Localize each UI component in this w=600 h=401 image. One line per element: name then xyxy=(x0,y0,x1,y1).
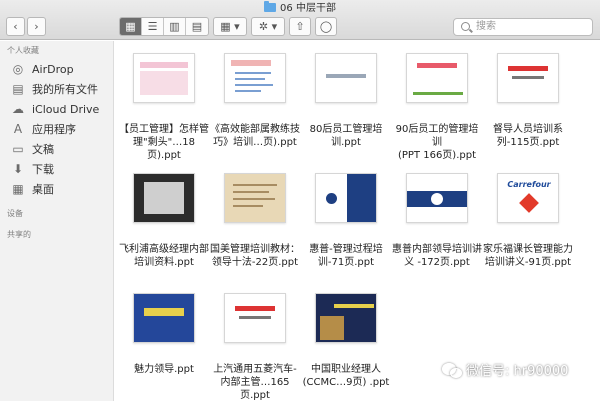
file-item[interactable]: Carrefour 家乐福课长管理能力 培训讲义-91页.ppt xyxy=(482,165,574,275)
file-name: 【员工管理】怎样管 理"剩头"…18页).ppt xyxy=(119,124,209,161)
file-item[interactable]: 【员工管理】怎样管 理"剩头"…18页).ppt xyxy=(118,45,210,161)
sidebar-section-devices: 设备 xyxy=(7,209,23,218)
file-thumbnail xyxy=(315,53,377,103)
sidebar-item-icloud-drive[interactable]: ☁ iCloud Drive xyxy=(0,100,113,119)
sidebar-item-label: 应用程序 xyxy=(32,123,76,136)
window-title: 06 中层干部 xyxy=(0,1,600,16)
gallery-view-button[interactable]: ▤ xyxy=(186,18,208,35)
sidebar: 个人收藏 ◎ AirDrop ▤ 我的所有文件 ☁ iCloud Drive A 应用程… xyxy=(0,41,114,401)
share-button[interactable]: ⇧ xyxy=(289,17,311,36)
sidebar-item-label: 文稿 xyxy=(32,143,54,156)
file-thumbnail xyxy=(315,293,377,343)
action-button[interactable]: ✲ ▾ xyxy=(251,17,285,36)
sidebar-item-applications[interactable]: A 应用程序 xyxy=(0,120,113,139)
list-view-button[interactable]: ☰ xyxy=(142,18,164,35)
file-thumbnail xyxy=(406,173,468,223)
file-item[interactable]: 上汽通用五菱汽车- 内部主管…165页.ppt xyxy=(209,285,301,401)
applications-icon: A xyxy=(13,122,23,136)
toolbar: 06 中层干部 ‹ › ▦ ☰ ▥ ▤ ▦ ▾ ✲ ▾ ⇧ ◯ 搜索 xyxy=(0,0,600,40)
sidebar-item-documents[interactable]: ▭ 文稿 xyxy=(0,140,113,159)
all-files-icon: ▤ xyxy=(12,82,24,96)
file-name: 80后员工管理培 训.ppt xyxy=(309,124,383,148)
file-thumbnail xyxy=(406,53,468,103)
file-item[interactable]: 80后员工管理培 训.ppt xyxy=(300,45,392,155)
file-name: 家乐福课长管理能力 培训讲义-91页.ppt xyxy=(483,244,573,268)
file-thumbnail xyxy=(133,53,195,103)
file-name: 90后员工的管理培训 (PPT 166页).ppt xyxy=(395,124,479,161)
wechat-icon xyxy=(442,363,462,378)
file-thumbnail: Carrefour xyxy=(497,173,559,223)
view-switcher: ▦ ☰ ▥ ▤ xyxy=(119,17,209,36)
wechat-watermark: 微信号: hr90000 xyxy=(442,361,568,383)
file-item[interactable]: 惠普-管理过程培 训-71页.ppt xyxy=(300,165,392,275)
search-input[interactable]: 搜索 xyxy=(453,18,593,36)
file-name: 飞利浦高级经理内部 培训资料.ppt xyxy=(119,244,209,268)
sidebar-item-airdrop[interactable]: ◎ AirDrop xyxy=(0,60,113,79)
forward-button[interactable]: › xyxy=(27,17,46,36)
file-item[interactable]: 国美管理培训教材： 领导十法-22页.ppt xyxy=(209,165,301,275)
sidebar-section-shared: 共享的 xyxy=(7,230,31,239)
file-thumbnail xyxy=(133,293,195,343)
sidebar-item-downloads[interactable]: ⬇ 下载 xyxy=(0,160,113,179)
icon-view-button[interactable]: ▦ xyxy=(120,18,142,35)
tag-button[interactable]: ◯ xyxy=(315,17,337,36)
file-item[interactable]: 90后员工的管理培训 (PPT 166页).ppt xyxy=(391,45,483,161)
file-thumbnail xyxy=(133,173,195,223)
file-thumbnail xyxy=(224,173,286,223)
file-name: 惠普内部领导培训讲义 -172页.ppt xyxy=(392,244,482,268)
file-name: 上汽通用五菱汽车- 内部主管…165页.ppt xyxy=(213,364,297,401)
file-grid: 【员工管理】怎样管 理"剩头"…18页).ppt 《高效能部属教练技 巧》培训…页)… xyxy=(115,41,600,401)
documents-icon: ▭ xyxy=(12,142,24,156)
file-thumbnail xyxy=(224,293,286,343)
desktop-icon: ▦ xyxy=(12,182,24,196)
search-placeholder: 搜索 xyxy=(476,21,496,32)
sidebar-item-label: 我的所有文件 xyxy=(32,83,98,96)
sidebar-item-label: 下载 xyxy=(32,163,54,176)
cloud-icon: ☁ xyxy=(12,102,24,116)
sidebar-item-label: AirDrop xyxy=(32,63,74,76)
arrange-button[interactable]: ▦ ▾ xyxy=(213,17,247,36)
file-name: 中国职业经理人 (CCMC…9页) .ppt xyxy=(302,364,390,388)
column-view-button[interactable]: ▥ xyxy=(164,18,186,35)
carrefour-logo: Carrefour xyxy=(507,180,551,189)
sidebar-section-favorites: 个人收藏 xyxy=(7,46,39,55)
file-item[interactable]: 惠普内部领导培训讲义 -172页.ppt xyxy=(391,165,483,275)
window-title-text: 06 中层干部 xyxy=(280,3,336,14)
search-icon xyxy=(461,22,470,31)
file-name: 惠普-管理过程培 训-71页.ppt xyxy=(309,244,383,268)
file-item[interactable]: 《高效能部属教练技 巧》培训…页).ppt xyxy=(209,45,301,155)
airdrop-icon: ◎ xyxy=(12,62,24,76)
file-item[interactable]: 飞利浦高级经理内部 培训资料.ppt xyxy=(118,165,210,275)
file-item[interactable]: 督导人员培训系 列-115页.ppt xyxy=(482,45,574,155)
sidebar-item-label: iCloud Drive xyxy=(32,103,100,116)
watermark-text: 微信号: hr90000 xyxy=(466,364,569,379)
back-button[interactable]: ‹ xyxy=(6,17,25,36)
file-item[interactable]: 中国职业经理人 (CCMC…9页) .ppt xyxy=(300,285,392,395)
file-thumbnail xyxy=(224,53,286,103)
file-name: 督导人员培训系 列-115页.ppt xyxy=(493,124,563,148)
file-name: 国美管理培训教材： 领导十法-22页.ppt xyxy=(210,244,300,268)
file-thumbnail xyxy=(497,53,559,103)
downloads-icon: ⬇ xyxy=(12,162,24,176)
folder-icon xyxy=(264,1,277,12)
sidebar-item-all-files[interactable]: ▤ 我的所有文件 xyxy=(0,80,113,99)
sidebar-item-label: 桌面 xyxy=(32,183,54,196)
file-name: 《高效能部属教练技 巧》培训…页).ppt xyxy=(210,124,300,148)
file-item[interactable]: 魅力领导.ppt xyxy=(118,285,210,395)
file-name: 魅力领导.ppt xyxy=(134,364,194,375)
sidebar-item-desktop[interactable]: ▦ 桌面 xyxy=(0,180,113,199)
file-thumbnail xyxy=(315,173,377,223)
